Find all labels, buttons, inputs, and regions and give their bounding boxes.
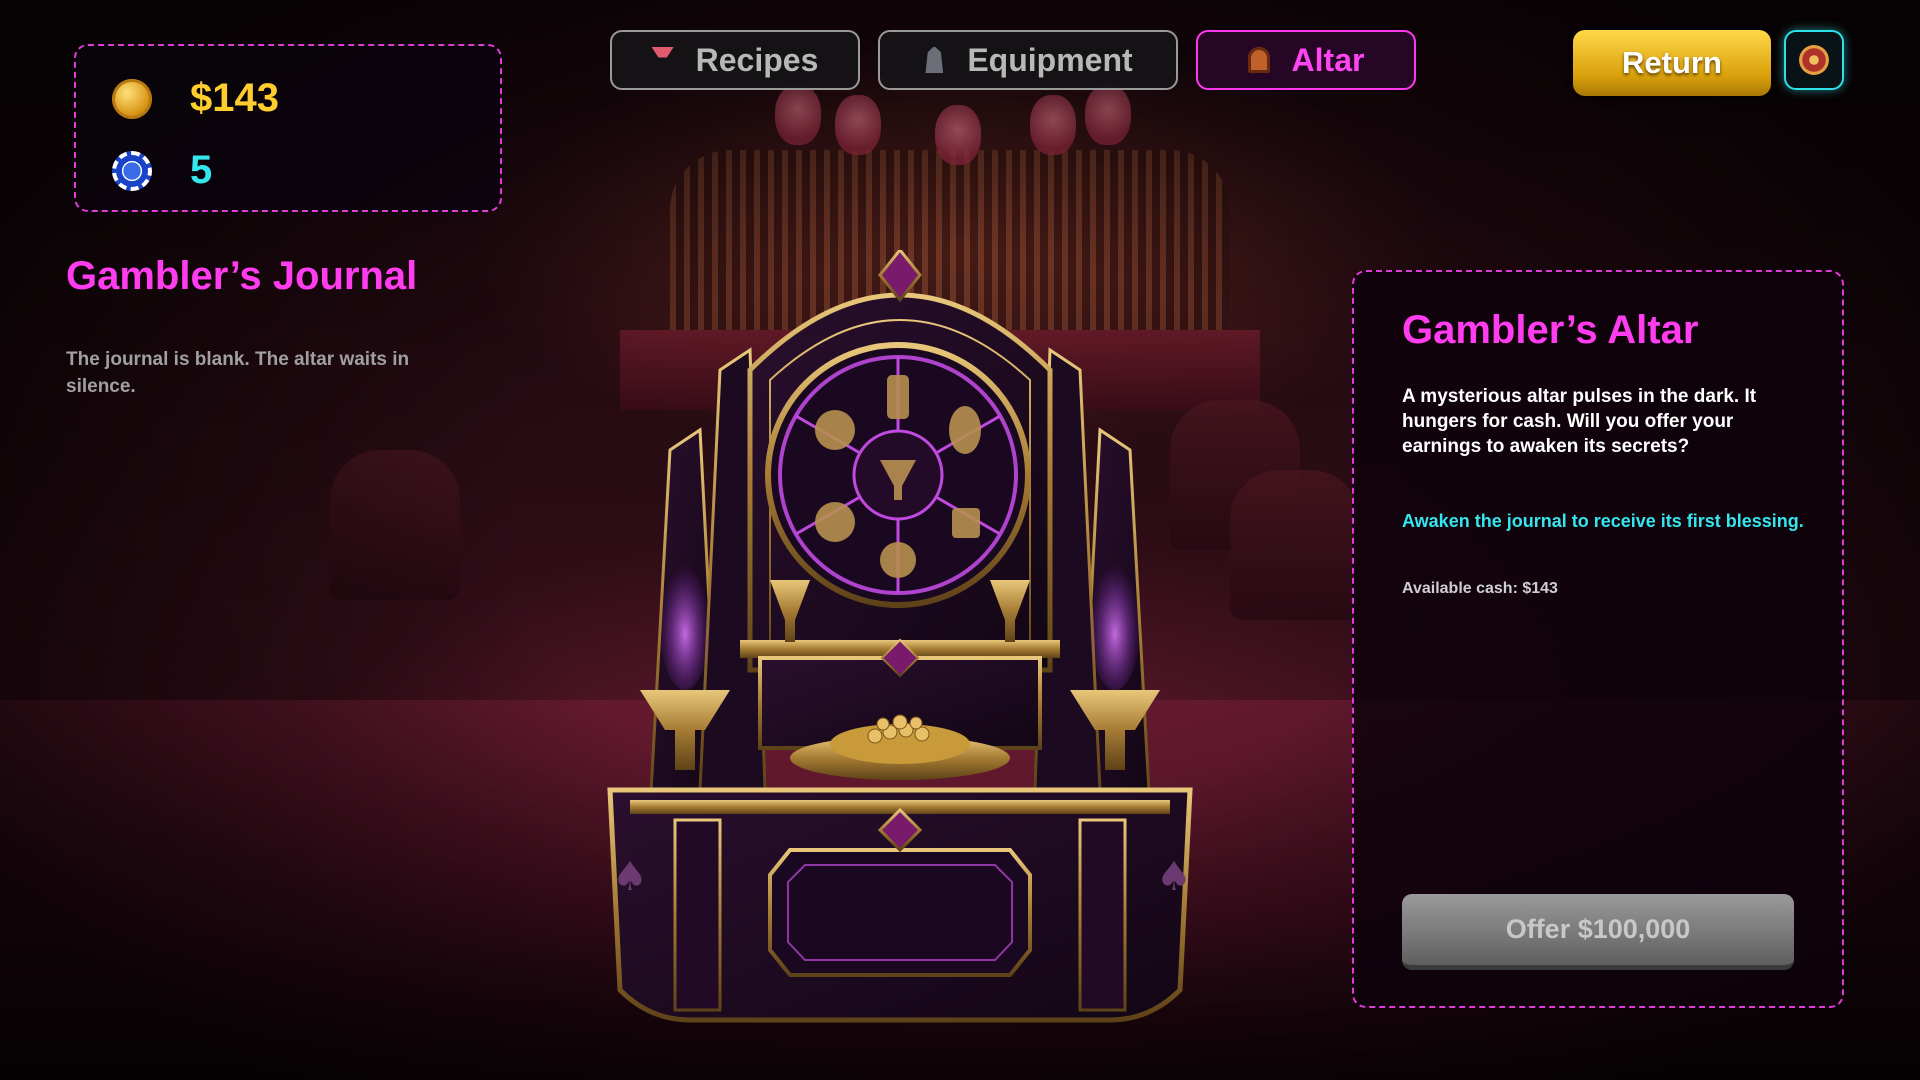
tab-label: Recipes [695, 41, 819, 78]
cocktail-icon [651, 47, 674, 73]
tab-label: Equipment [967, 41, 1133, 78]
altar-description: A mysterious altar pulses in the dark. I… [1402, 386, 1757, 457]
altar-title: Gambler’s Altar [1402, 308, 1699, 352]
gamblers-altar-image: ♠ ♠ [607, 250, 1193, 1023]
tab-label: Altar [1291, 41, 1365, 78]
tab-altar[interactable]: Altar [1196, 30, 1416, 90]
gold-coin-icon [112, 78, 152, 119]
svg-text:♠: ♠ [1156, 854, 1192, 900]
shaker-icon [925, 47, 944, 73]
return-button[interactable]: Return [1573, 30, 1771, 96]
currency-panel: $143 5 [74, 44, 502, 212]
chips-row: 5 [112, 148, 212, 193]
altar-icon [1247, 47, 1270, 73]
settings-button[interactable] [1784, 30, 1844, 90]
cash-row: $143 [112, 76, 279, 121]
altar-hint: Awaken the journal to receive its first … [1402, 511, 1804, 531]
available-cash: Available cash: $143 [1402, 580, 1558, 597]
offer-button[interactable]: Offer $100,000 [1402, 894, 1794, 970]
journal-text: The journal is blank. The altar waits in… [66, 349, 410, 397]
tab-equipment[interactable]: Equipment [878, 30, 1178, 90]
chips-count: 5 [190, 148, 213, 192]
journal-title: Gambler’s Journal [66, 254, 418, 298]
altar-info-panel: Gambler’s Altar A mysterious altar pulse… [1352, 270, 1844, 1008]
tab-recipes[interactable]: Recipes [610, 30, 860, 90]
svg-text:♠: ♠ [612, 854, 648, 900]
roulette-wheel-icon [1799, 45, 1829, 75]
poker-chip-icon [112, 150, 152, 191]
cash-amount: $143 [190, 76, 279, 120]
